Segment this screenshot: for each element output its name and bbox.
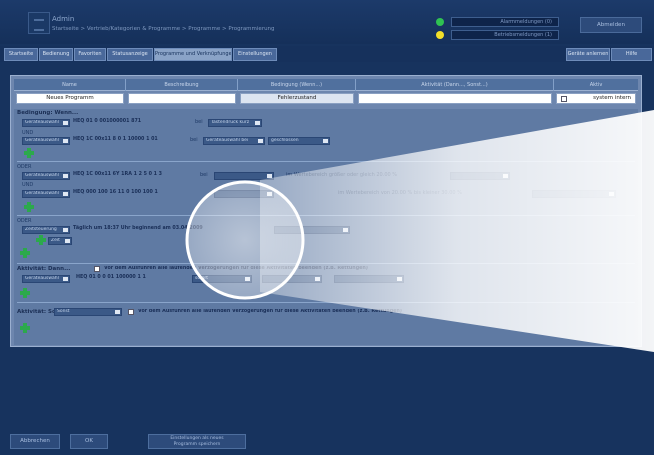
bei-label-3: bei xyxy=(200,172,208,178)
activity-value-select[interactable] xyxy=(262,275,322,283)
yellow-status-icon xyxy=(436,31,444,39)
activity-else-select[interactable]: Sonst xyxy=(54,308,122,316)
cancel-button[interactable]: Abbrechen xyxy=(10,434,60,449)
col-name: Name xyxy=(14,79,126,91)
program-description-input[interactable] xyxy=(128,93,236,104)
active-cell: system intern xyxy=(556,93,636,104)
condition-heading: Bedingung: Wenn... xyxy=(17,110,79,116)
stop-delays-label: Vor dem Ausführen alle laufenden Verzöge… xyxy=(104,266,368,271)
ok-button[interactable]: OK xyxy=(70,434,108,449)
save-as-template-button[interactable]: Einstellungen als neues Programm speiche… xyxy=(148,434,246,449)
activity-delay-select[interactable] xyxy=(334,275,404,283)
program-name-input[interactable]: Neues Programm xyxy=(16,93,124,104)
tab-statusanzeige[interactable]: Statusanzeige xyxy=(107,48,153,61)
range-text-4: im Wertebereich von 20.00 % bis kleiner … xyxy=(338,190,462,196)
activity-action-select[interactable]: sofort xyxy=(192,275,252,283)
and-label-2: UND xyxy=(22,182,34,188)
device-id-3: HEQ 1C 00x11 6Y 1RA 1 2 5 0 1 3 xyxy=(73,172,162,177)
table-row: Neues Programm Fehlerzustand system inte… xyxy=(14,92,638,106)
value-select-4[interactable] xyxy=(532,190,616,198)
breadcrumb: Startseite > Vertrieb/Kategorien & Progr… xyxy=(52,26,275,32)
activity-then-heading: Aktivität: Dann... xyxy=(17,266,71,272)
tab-geraete-anlernen[interactable]: Geräte anlernen xyxy=(566,48,610,61)
green-status-icon xyxy=(436,18,444,26)
col-activity: Aktivität (Dann..., Sonst...) xyxy=(356,79,554,91)
state-select-2[interactable]: geschlossen xyxy=(268,137,330,145)
condition-editor: Bedingung: Wenn... Geräteauswahl HEQ 01 … xyxy=(14,109,638,345)
stop-delays-checkbox[interactable] xyxy=(94,266,100,272)
schedule-detail-select[interactable] xyxy=(274,226,350,234)
range-select-3[interactable] xyxy=(214,172,274,180)
header-bar: Admin Startseite > Vertrieb/Kategorien &… xyxy=(0,0,654,44)
app-title: Admin xyxy=(52,15,75,23)
add-else-activity-icon[interactable] xyxy=(20,323,30,333)
divider xyxy=(17,302,635,303)
add-or-block-icon[interactable] xyxy=(20,248,30,258)
schedule-text: Täglich um 18:37 Uhr beginnend am 03.04.… xyxy=(73,226,203,231)
time-select[interactable]: Zeit xyxy=(48,237,72,245)
tab-startseite[interactable]: Startseite xyxy=(4,48,38,61)
divider xyxy=(17,215,635,216)
condition-cell[interactable]: Fehlerzustand xyxy=(240,93,354,104)
system-intern-label: system intern xyxy=(593,95,631,101)
device-select-4[interactable]: Geräteauswahl xyxy=(22,190,70,198)
save-template-line2: Programm speichern xyxy=(173,442,221,447)
trigger-select-2[interactable]: Geräteauswahl bei xyxy=(203,137,265,145)
program-panel: Name Beschreibung Bedingung (Wenn...) Ak… xyxy=(10,75,642,347)
col-condition: Bedingung (Wenn...) xyxy=(238,79,356,91)
activity-device-select[interactable]: Geräteauswahl xyxy=(22,275,70,283)
divider xyxy=(17,161,635,162)
value-select-3[interactable] xyxy=(450,172,510,180)
trigger-select-1[interactable]: Tastendruck kurz xyxy=(208,119,262,127)
device-select-3[interactable]: Geräteauswahl xyxy=(22,172,70,180)
add-activity-icon[interactable] xyxy=(20,288,30,298)
col-active: Aktiv xyxy=(589,82,603,88)
or-label-1: ODER xyxy=(17,164,32,170)
device-select-1[interactable]: Geräteauswahl xyxy=(22,119,70,127)
tab-einstellungen[interactable]: Einstellungen xyxy=(233,48,277,61)
activity-cell[interactable] xyxy=(358,93,552,104)
divider xyxy=(17,263,635,264)
add-condition-icon[interactable] xyxy=(24,148,34,158)
stop-delays-else-checkbox[interactable] xyxy=(128,309,134,315)
add-time-icon[interactable] xyxy=(36,235,46,245)
col-description: Beschreibung xyxy=(126,79,238,91)
table-header: Name Beschreibung Bedingung (Wenn...) Ak… xyxy=(14,79,638,91)
status-alarm[interactable]: Alarmmeldungen (0) xyxy=(436,17,559,27)
bei-label-2: bei xyxy=(190,137,198,143)
alarm-messages-label[interactable]: Alarmmeldungen (0) xyxy=(451,17,559,27)
and-label-1: UND xyxy=(22,130,34,136)
stop-delays-else-label: Vor dem Ausführen alle laufenden Verzöge… xyxy=(138,309,402,314)
tab-bedienung[interactable]: Bedienung xyxy=(39,48,73,61)
add-condition-icon[interactable] xyxy=(24,202,34,212)
tab-bar: Startseite Bedienung Favoriten Statusanz… xyxy=(0,46,654,62)
range-select-4[interactable] xyxy=(214,190,274,198)
device-id-1: HEQ 01 0 001000001 871 xyxy=(73,119,142,124)
system-intern-checkbox[interactable] xyxy=(561,96,567,102)
logout-button[interactable]: Abmelden xyxy=(580,17,642,33)
schedule-select[interactable]: Zeitsteuerung xyxy=(22,226,70,234)
tab-favoriten[interactable]: Favoriten xyxy=(74,48,106,61)
device-id-4: HEQ 000 100 16 11 0 100 100 1 xyxy=(73,190,158,195)
service-messages-label[interactable]: Betriebsmeldungen (1) xyxy=(451,30,559,40)
tab-hilfe[interactable]: Hilfe xyxy=(611,48,652,61)
device-select-2[interactable]: Geräteauswahl xyxy=(22,137,70,145)
device-id-2: HEQ 1C 00x11 8 0 1 10000 1 01 xyxy=(73,137,158,142)
tab-programme[interactable]: Programme und Verknüpfungen xyxy=(154,48,232,61)
or-label-2: ODER xyxy=(17,218,32,224)
bei-label-1: bei xyxy=(195,119,203,125)
range-text-3: im Wertebereich größer oder gleich 20.00… xyxy=(286,172,398,178)
status-service[interactable]: Betriebsmeldungen (1) xyxy=(436,30,559,40)
activity-device-id: HEQ 01 0 0 01 100000 1 1 xyxy=(76,275,146,280)
logo-icon xyxy=(28,12,50,34)
